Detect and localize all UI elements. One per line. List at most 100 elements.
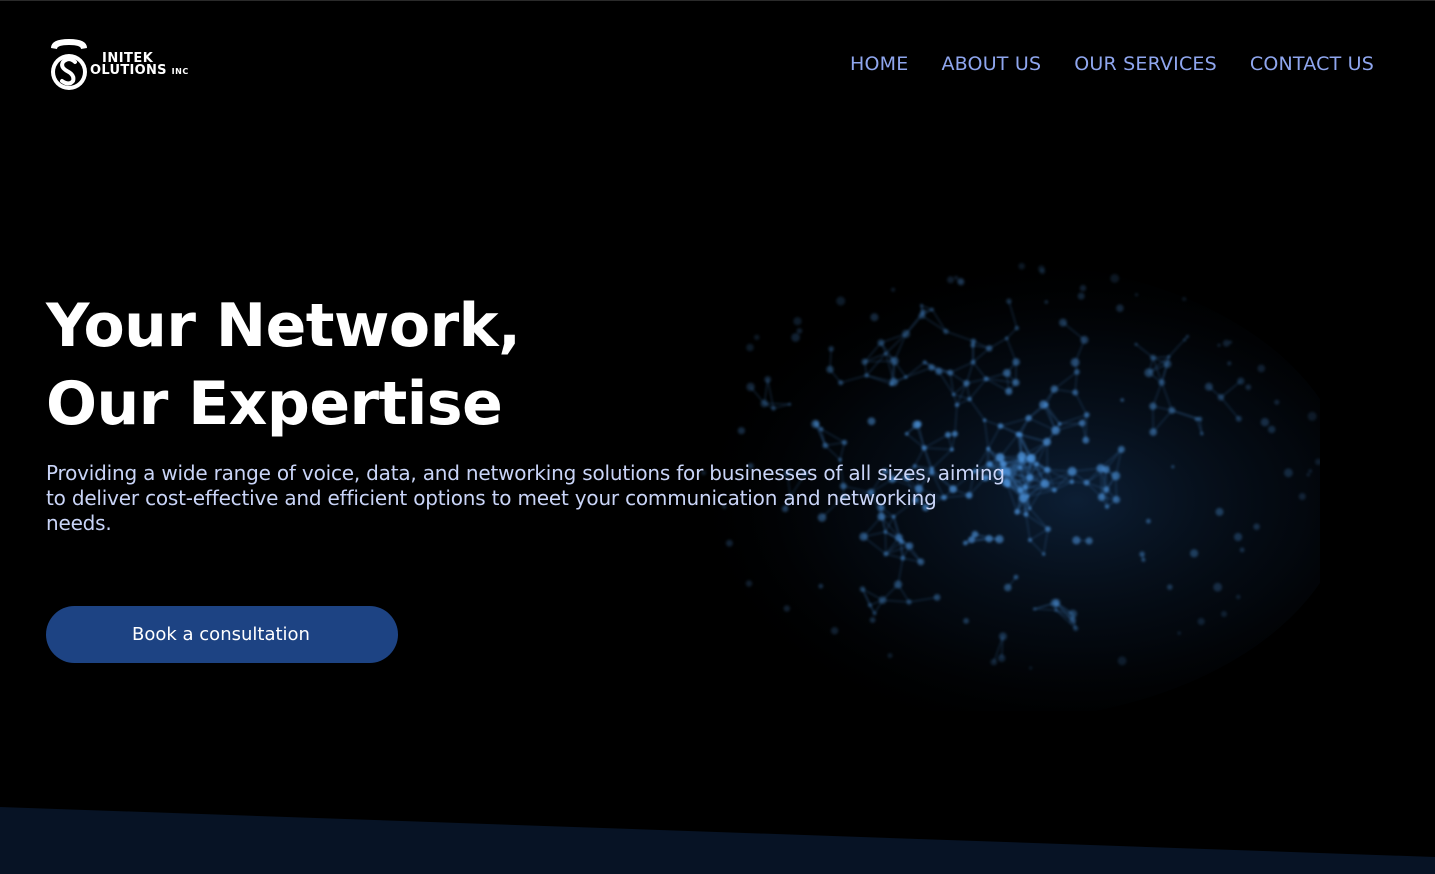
particle-link <box>909 545 922 563</box>
particle-dot <box>905 542 914 550</box>
particle-link <box>953 394 970 400</box>
particle-link <box>1022 497 1031 509</box>
particle-link <box>1101 469 1107 498</box>
particle-dot <box>1069 617 1077 624</box>
particle-link <box>864 360 895 363</box>
particle-link <box>1006 482 1026 488</box>
particle-link <box>885 353 895 362</box>
particle-dot <box>970 359 976 365</box>
particle-link <box>1044 483 1055 491</box>
particle-link <box>1161 356 1170 383</box>
particle-link <box>966 362 974 384</box>
particle-dot <box>878 596 887 604</box>
particle-dot <box>1079 284 1087 292</box>
nav-our-services[interactable]: OUR SERVICES <box>1074 53 1217 75</box>
particle-link <box>1025 508 1031 515</box>
particle-link <box>1101 496 1117 501</box>
particle-link <box>923 434 949 449</box>
company-logo[interactable]: INITEK OLUTIONS INC <box>48 35 208 99</box>
particle-link <box>880 342 887 354</box>
particle-link <box>905 315 923 335</box>
particle-link <box>901 541 910 547</box>
particle-link <box>956 383 967 406</box>
particle-dot <box>1072 389 1079 396</box>
particle-dot <box>1222 339 1230 347</box>
particle-dot <box>746 343 754 352</box>
particle-link <box>1023 483 1046 499</box>
particle-dot <box>783 605 790 612</box>
particle-dot <box>998 632 1007 641</box>
particle-dot <box>962 540 968 546</box>
particle-link <box>973 340 990 349</box>
particle-link <box>1034 602 1055 610</box>
particle-dot <box>822 442 829 449</box>
particle-link <box>1208 386 1222 398</box>
particle-link <box>1006 459 1023 484</box>
particle-link <box>1020 477 1031 491</box>
particle-dot <box>1006 472 1011 477</box>
particle-link <box>938 371 955 395</box>
particle-link <box>1021 455 1037 465</box>
particle-link <box>862 588 871 606</box>
particle-dot <box>1274 399 1280 405</box>
particle-dot <box>899 539 904 544</box>
particle-link <box>921 311 924 316</box>
particle-link <box>1017 434 1031 459</box>
particle-link <box>924 447 952 450</box>
particle-link <box>1006 327 1018 339</box>
particle-link <box>1021 459 1031 479</box>
particle-link <box>1006 467 1021 484</box>
particle-link <box>824 445 841 461</box>
particle-dot <box>1044 466 1051 473</box>
particle-link <box>1021 455 1048 471</box>
particle-link <box>1008 382 1017 392</box>
particle-link <box>1006 477 1031 484</box>
particle-link <box>949 372 955 395</box>
particle-link <box>1171 409 1201 420</box>
particle-dot <box>1096 464 1105 473</box>
particle-link <box>864 342 882 363</box>
book-consultation-button[interactable]: Book a consultation <box>46 606 398 663</box>
nav-contact-us[interactable]: CONTACT US <box>1250 53 1374 75</box>
particle-link <box>1024 487 1027 515</box>
particle-link <box>1006 482 1028 497</box>
particle-link <box>987 425 1001 450</box>
particle-link <box>1000 455 1022 458</box>
nav-about-us[interactable]: ABOUT US <box>941 53 1041 75</box>
particle-dot <box>982 418 987 422</box>
particle-link <box>1196 418 1203 434</box>
particle-dot <box>1150 354 1157 361</box>
particle-link <box>954 404 958 434</box>
particle-link <box>947 434 953 450</box>
particle-link <box>1007 484 1024 499</box>
nav-home[interactable]: HOME <box>850 53 908 75</box>
particle-dot <box>904 375 908 379</box>
particle-dot <box>1039 400 1048 409</box>
particle-link <box>885 333 907 354</box>
particle-link <box>972 341 974 346</box>
particle-link <box>906 424 917 435</box>
particle-dot <box>891 287 895 292</box>
particle-link <box>901 541 904 559</box>
particle-link <box>1086 482 1107 490</box>
particle-dot <box>1134 293 1139 297</box>
particle-link <box>764 402 774 409</box>
particle-link <box>986 378 1016 384</box>
particle-link <box>840 374 867 384</box>
particle-dot <box>1183 338 1187 342</box>
particle-link <box>1021 455 1031 459</box>
particle-link <box>1006 372 1010 392</box>
particle-dot <box>1044 402 1049 408</box>
particle-dot <box>1004 583 1012 592</box>
particle-link <box>1034 602 1057 610</box>
particle-link <box>1028 404 1047 419</box>
particle-dot <box>1116 304 1124 312</box>
particle-link <box>1029 477 1046 485</box>
particle-dot <box>1051 426 1060 435</box>
particle-link <box>945 330 974 342</box>
particle-link <box>1019 417 1030 435</box>
particle-link <box>1008 301 1018 329</box>
particle-link <box>897 558 904 585</box>
particle-link <box>1022 477 1031 499</box>
particle-dot <box>754 334 760 340</box>
